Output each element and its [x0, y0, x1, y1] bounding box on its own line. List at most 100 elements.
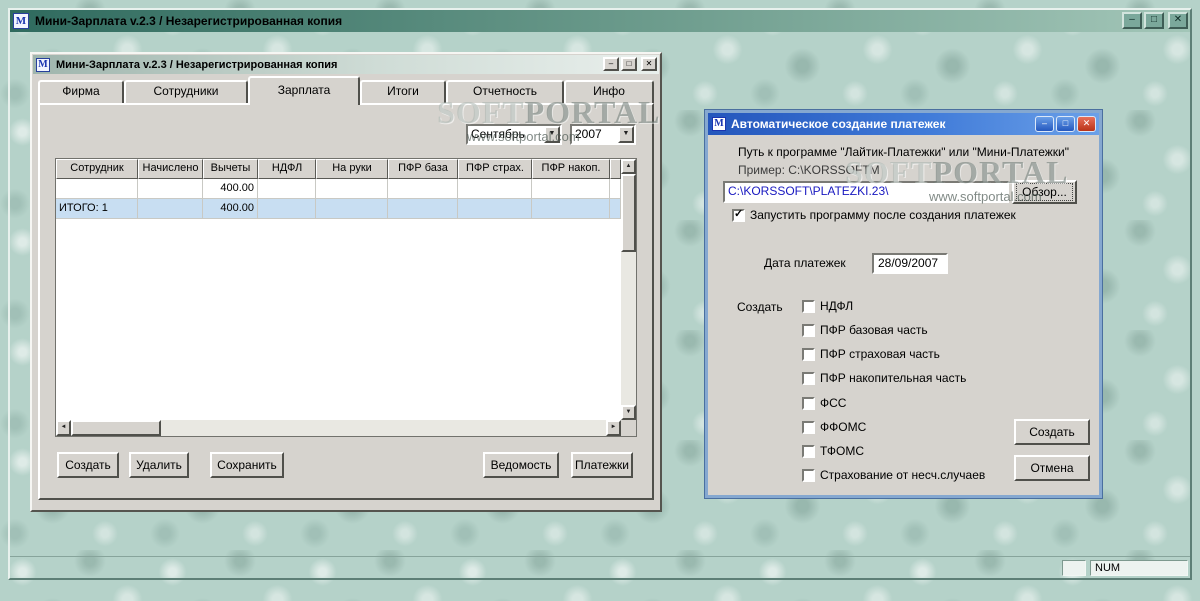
chevron-down-icon[interactable]: ▼ — [618, 126, 634, 143]
cell-vychety[interactable]: 400.00 — [203, 199, 258, 219]
child-titlebar[interactable]: M Мини-Зарплата v.2.3 / Незарегистрирова… — [33, 55, 659, 74]
chevron-down-icon[interactable]: ▼ — [544, 126, 560, 143]
create-row-button[interactable]: Создать — [57, 452, 119, 478]
scroll-right-button[interactable]: ► — [606, 420, 621, 436]
checkbox-label: ФФОМС — [820, 420, 867, 434]
child-maximize-button[interactable]: □ — [621, 57, 637, 71]
date-label: Дата платежек — [764, 256, 846, 270]
cell-vychety[interactable]: 400.00 — [203, 179, 258, 199]
scroll-up-button[interactable]: ▲ — [621, 159, 636, 174]
cell-naruki[interactable] — [316, 179, 388, 199]
table-header: Сотрудник Начислено Вычеты НДФЛ На руки … — [56, 159, 621, 179]
date-input[interactable]: 28/09/2007 — [872, 253, 948, 274]
save-button[interactable]: Сохранить — [210, 452, 284, 478]
checkbox-accident-insurance[interactable] — [802, 469, 815, 482]
sheet-button[interactable]: Ведомость — [483, 452, 559, 478]
horizontal-scroll-thumb[interactable] — [71, 420, 161, 436]
browse-button[interactable]: Обзор... — [1012, 180, 1077, 204]
cell-nachisleno[interactable] — [138, 199, 203, 219]
scroll-down-button[interactable]: ▼ — [621, 405, 636, 420]
checkbox-ffoms[interactable] — [802, 421, 815, 434]
scroll-left-button[interactable]: ◄ — [56, 420, 71, 436]
scroll-down-icon: ▼ — [625, 409, 632, 415]
minimize-icon: – — [1041, 118, 1047, 128]
child-window: M Мини-Зарплата v.2.3 / Незарегистрирова… — [30, 52, 662, 512]
run-after-checkbox[interactable]: ✓ — [732, 209, 745, 222]
date-value: 28/09/2007 — [878, 256, 939, 270]
button-label: Обзор... — [1016, 183, 1073, 201]
checkbox-pfr-base[interactable] — [802, 324, 815, 337]
delete-row-button[interactable]: Удалить — [129, 452, 189, 478]
child-close-button[interactable]: ✕ — [641, 57, 657, 71]
column-header[interactable]: ПФР страх. — [458, 159, 532, 179]
tab-info[interactable]: Инфо — [564, 80, 654, 103]
column-header[interactable]: Сотрудник — [56, 159, 138, 179]
maximize-icon: □ — [1062, 118, 1069, 128]
maximize-icon: □ — [626, 59, 632, 68]
column-header[interactable]: На руки — [316, 159, 388, 179]
month-select[interactable]: Сентябрь ▼ — [466, 124, 562, 145]
dialog-title: Автоматическое создание платежек — [731, 117, 946, 131]
cell-sotrudnik[interactable]: ИТОГО: 1 — [56, 199, 138, 219]
dialog-minimize-button[interactable]: – — [1035, 116, 1054, 132]
column-header[interactable]: НДФЛ — [258, 159, 316, 179]
maximize-button[interactable]: □ — [1144, 12, 1164, 29]
scroll-left-icon: ◄ — [60, 424, 67, 430]
cell-pfr-nakop[interactable] — [532, 179, 610, 199]
checkbox-fss[interactable] — [802, 397, 815, 410]
dialog-titlebar[interactable]: M Автоматическое создание платежек – □ ✕ — [708, 113, 1099, 135]
cell-naruki[interactable] — [316, 199, 388, 219]
cell-ndfl[interactable] — [258, 199, 316, 219]
dialog-maximize-button[interactable]: □ — [1056, 116, 1075, 132]
column-header[interactable]: Начислено — [138, 159, 203, 179]
cell-ndfl[interactable] — [258, 179, 316, 199]
cell-nachisleno[interactable] — [138, 179, 203, 199]
cell-pfr-strah[interactable] — [458, 179, 532, 199]
column-header[interactable]: Вычеты — [203, 159, 258, 179]
close-icon: ✕ — [1173, 14, 1183, 25]
tab-zarplata[interactable]: Зарплата — [248, 76, 360, 105]
table-row[interactable]: 400.00 — [56, 179, 621, 199]
close-icon: ✕ — [1082, 118, 1091, 128]
path-value: C:\KORSSOFT\PLATEZKI.23\ — [728, 184, 889, 198]
tab-label: Сотрудники — [153, 84, 219, 98]
checkbox-tfoms[interactable] — [802, 445, 815, 458]
cell-pfr-nakop[interactable] — [532, 199, 610, 219]
checkbox-pfr-insurance[interactable] — [802, 348, 815, 361]
tab-label: Отчетность — [473, 84, 537, 98]
table-row-total[interactable]: ИТОГО: 1 400.00 — [56, 199, 621, 219]
payments-button[interactable]: Платежки — [571, 452, 633, 478]
vertical-scroll-thumb[interactable] — [621, 174, 636, 252]
column-header-filler — [610, 159, 621, 179]
tab-firma[interactable]: Фирма — [38, 80, 124, 103]
tab-label: Итоги — [387, 84, 419, 98]
close-button[interactable]: ✕ — [1168, 12, 1188, 29]
dialog-close-button[interactable]: ✕ — [1077, 116, 1096, 132]
payments-dialog: M Автоматическое создание платежек – □ ✕… — [705, 110, 1102, 498]
cell-pfr-strah[interactable] — [458, 199, 532, 219]
checkbox-pfr-savings[interactable] — [802, 372, 815, 385]
button-label: Удалить — [136, 458, 182, 472]
cell-pfr-baza[interactable] — [388, 199, 458, 219]
horizontal-scrollbar[interactable]: ◄ ► — [56, 420, 621, 436]
year-select[interactable]: 2007 ▼ — [570, 124, 636, 145]
child-minimize-button[interactable]: – — [603, 57, 619, 71]
main-titlebar[interactable]: M Мини-Зарплата v.2.3 / Незарегистрирова… — [10, 10, 1190, 32]
column-header[interactable]: ПФР база — [388, 159, 458, 179]
button-label: Сохранить — [217, 458, 277, 472]
tab-otchetnost[interactable]: Отчетность — [446, 80, 564, 103]
tab-label: Инфо — [593, 84, 625, 98]
tab-itogi[interactable]: Итоги — [360, 80, 446, 103]
column-header[interactable]: ПФР накоп. — [532, 159, 610, 179]
dialog-cancel-button[interactable]: Отмена — [1014, 455, 1090, 481]
dialog-create-button[interactable]: Создать — [1014, 419, 1090, 445]
path-input[interactable]: C:\KORSSOFT\PLATEZKI.23\ — [723, 181, 1009, 203]
tab-sotrudniki[interactable]: Сотрудники — [124, 80, 248, 103]
button-label: Ведомость — [490, 458, 552, 472]
checkbox-ndfl[interactable] — [802, 300, 815, 313]
cell-sotrudnik[interactable] — [56, 179, 138, 199]
cell-pfr-baza[interactable] — [388, 179, 458, 199]
vertical-scrollbar[interactable]: ▲ ▼ — [621, 159, 636, 420]
minimize-button[interactable]: – — [1122, 12, 1142, 29]
salary-tab-panel: Сентябрь ▼ 2007 ▼ Сотрудник Начислено Вы… — [38, 103, 654, 500]
